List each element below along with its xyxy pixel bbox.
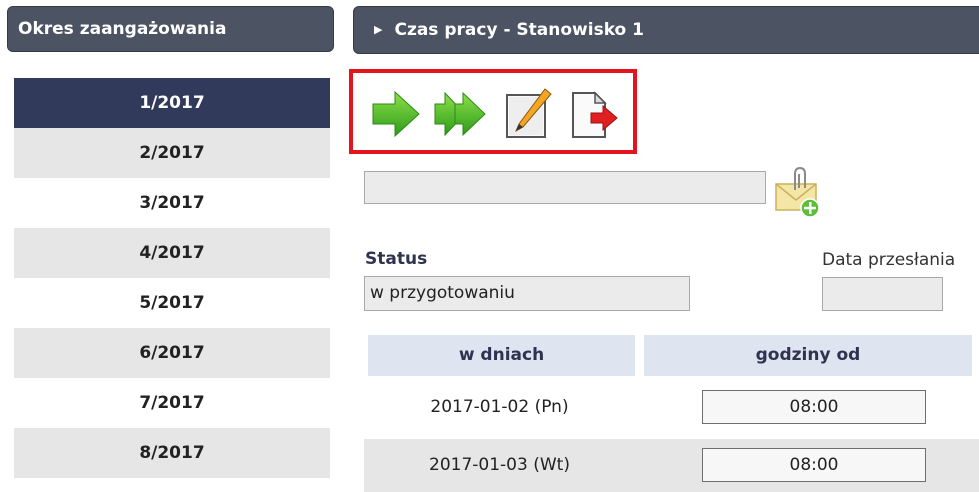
hours-from-input[interactable]: 08:00 [702, 390, 926, 424]
status-field: w przygotowaniu [364, 276, 690, 311]
column-header-days: w dniach [368, 335, 635, 376]
status-label: Status [365, 249, 428, 269]
next-arrow-icon[interactable] [369, 87, 423, 141]
period-item[interactable]: 3/2017 [14, 178, 330, 228]
engagement-period-header: Okres zaangażowania [7, 6, 334, 52]
row-date: 2017-01-02 (Pn) [430, 397, 569, 417]
table-row: 2017-01-03 (Wt) 08:00 [364, 439, 979, 492]
submission-date-field [822, 277, 943, 311]
period-item[interactable]: 7/2017 [14, 378, 330, 428]
add-attachment-icon[interactable] [773, 166, 823, 218]
edit-pencil-icon[interactable] [503, 87, 557, 141]
section-title: Czas pracy - Stanowisko 1 [394, 20, 644, 40]
period-item[interactable]: 5/2017 [14, 278, 330, 328]
table-row: 2017-01-02 (Pn) 08:00 [364, 381, 979, 434]
engagement-period-title: Okres zaangażowania [18, 19, 227, 39]
period-item[interactable]: 4/2017 [14, 228, 330, 278]
double-next-arrow-icon[interactable] [433, 87, 487, 141]
period-item[interactable]: 6/2017 [14, 328, 330, 378]
expand-triangle-icon: ▶ [374, 23, 383, 36]
note-input[interactable] [364, 171, 766, 204]
period-list: 1/2017 2/2017 3/2017 4/2017 5/2017 6/201… [14, 78, 330, 478]
hours-from-input[interactable]: 08:00 [702, 448, 926, 482]
column-header-hours-from: godziny od [644, 335, 972, 376]
export-document-icon[interactable] [567, 87, 621, 141]
period-item[interactable]: 1/2017 [14, 78, 330, 128]
row-date: 2017-01-03 (Wt) [429, 455, 570, 475]
toolbar [349, 69, 637, 154]
period-item[interactable]: 2/2017 [14, 128, 330, 178]
section-header[interactable]: ▶ Czas pracy - Stanowisko 1 [353, 6, 979, 54]
period-item[interactable]: 8/2017 [14, 428, 330, 478]
submission-date-label: Data przesłania [822, 250, 956, 270]
